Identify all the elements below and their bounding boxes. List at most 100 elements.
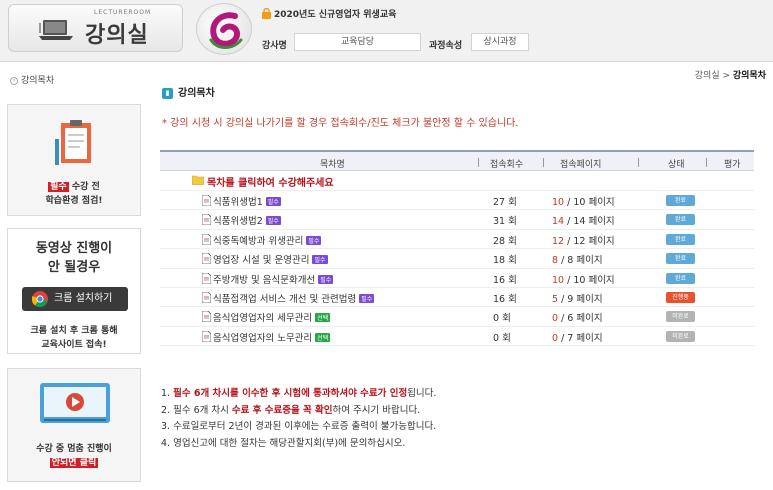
folder-label: 목차를 클릭하여 수강해주세요 <box>207 178 334 189</box>
table-body: 식품위생법1 필수 27 회 10 / 10 페이지 완료 식품위생법2 필수 31 회 14 … <box>160 191 754 347</box>
col-name: 목차명 <box>320 160 345 170</box>
status-badge: 완료 <box>666 195 695 206</box>
environment-check-banner[interactable]: 필수 수강 전 학습환경 점검! <box>7 104 141 216</box>
document-icon <box>202 272 211 284</box>
table-row[interactable]: 식품위생법1 필수 27 회 10 / 10 페이지 완료 <box>160 191 754 211</box>
table-row[interactable]: 식품접객업 서비스 개선 및 관련법령 필수 16 회 5 / 9 페이지 진행중 <box>160 288 754 308</box>
table-row[interactable]: 음식업영업자의 노무관리 선택 0 회 0 / 7 페이지 미완료 <box>160 327 754 347</box>
lecture-title: 식중독예방과 위생관리 <box>213 235 304 247</box>
pages-done: 0 <box>552 313 559 325</box>
pages-total: / 8 페이지 <box>561 255 603 267</box>
visit-count: 28 회 <box>493 235 517 247</box>
note-2-prefix: 2. 필수 6개 차시 <box>161 404 232 416</box>
required-badge: 필수 <box>265 216 281 226</box>
page-progress: 0 / 6 페이지 <box>552 310 636 324</box>
instructor-value: 교육담당 <box>294 33 421 51</box>
note-1-prefix: 1. <box>161 388 174 399</box>
document-icon <box>202 330 211 342</box>
sidebar-nav-item[interactable]: › 강의목차 <box>10 73 54 86</box>
lecture-title-link[interactable]: 식품위생법1 필수 <box>213 194 281 208</box>
swirl-emblem-icon <box>209 12 243 49</box>
status-badge: 미완료 <box>666 330 695 342</box>
video-issue-line2: 안 될경우 <box>47 260 101 275</box>
page-title-text: 강의목차 <box>178 88 215 99</box>
document-icon <box>202 291 211 303</box>
optional-badge: 선택 <box>315 313 331 323</box>
page-progress: 12 / 12 페이지 <box>552 233 636 247</box>
video-issue-line1: 동영상 진행이 <box>35 241 113 256</box>
logo-subtitle: LECTUREROOM <box>94 9 152 16</box>
visit-count: 16 회 <box>493 293 517 305</box>
optional-badge: 선택 <box>315 332 331 342</box>
visit-count: 0 회 <box>493 313 511 325</box>
pages-total: / 9 페이지 <box>561 293 603 305</box>
lecture-title-link[interactable]: 음식업영업자의 세무관리 선택 <box>213 310 331 324</box>
document-icon <box>202 233 211 245</box>
pages-done: 8 <box>552 255 559 267</box>
pages-total: / 12 페이지 <box>567 235 615 247</box>
note-1-highlight: 필수 6개 차시를 이수한 후 시험에 통과하셔야 수료가 인정 <box>173 388 408 399</box>
lecture-title-link[interactable]: 식품접객업 서비스 개선 및 관련법령 필수 <box>213 291 375 305</box>
pages-done: 10 <box>552 197 565 208</box>
visit-count: 31 회 <box>493 216 517 228</box>
lecture-title-link[interactable]: 식중독예방과 위생관리 필수 <box>213 233 322 247</box>
lecture-title: 식품위생법1 <box>213 197 263 208</box>
notes-list: 1. 필수 6개 차시를 이수한 후 시험에 통과하셔야 수료가 인정됩니다. … <box>161 386 436 452</box>
lecture-title: 식품위생법2 <box>213 216 263 228</box>
breadcrumb: 강의실 > 강의목차 <box>695 68 766 81</box>
page-progress: 0 / 7 페이지 <box>552 330 636 344</box>
click-tag: 안되면 클릭 <box>49 458 99 468</box>
lecture-title-link[interactable]: 영업장 시설 및 운영관리 필수 <box>213 252 328 266</box>
lecture-title: 식품접객업 서비스 개선 및 관련법령 <box>213 293 357 305</box>
page-progress: 10 / 10 페이지 <box>552 272 636 286</box>
course-attribute-value: 상시과정 <box>471 33 529 51</box>
install-chrome-button[interactable]: 크롬 설치하기 <box>22 287 128 311</box>
lecture-title-link[interactable]: 음식업영업자의 노무관리 선택 <box>213 330 331 344</box>
playback-help-line1: 수강 중 멈춤 진행이 <box>36 444 112 454</box>
chrome-install-banner: 동영상 진행이 안 될경우 크롬 설치하기 크롬 설치 후 크롬 통해 교육사이… <box>7 228 141 354</box>
chevron-right-icon: › <box>10 76 18 85</box>
visit-count: 0 회 <box>493 332 511 344</box>
playback-help-banner[interactable]: 수강 중 멈춤 진행이 안되면 클릭 <box>7 368 141 482</box>
laptop-icon <box>39 20 73 40</box>
required-badge: 필수 <box>265 197 281 206</box>
lectureroom-logo[interactable]: LECTUREROOM 강의실 <box>8 4 183 52</box>
note-3: 3. 수료일로부터 2년이 경과된 이후에는 수료증 출력이 불가능합니다. <box>161 421 437 432</box>
pages-done: 12 <box>552 235 565 247</box>
pages-done: 0 <box>552 332 559 344</box>
document-icon <box>202 253 211 265</box>
col-visits: 접속회수 <box>490 160 524 170</box>
clipboard-icon <box>55 120 91 165</box>
breadcrumb-root[interactable]: 강의실 <box>695 71 720 81</box>
lecture-title-link[interactable]: 주방개방 및 음식문화개선 필수 <box>213 272 334 286</box>
lecture-title-link[interactable]: 식품위생법2 필수 <box>213 213 281 227</box>
pages-total: / 14 페이지 <box>567 216 615 228</box>
table-row[interactable]: 음식업영업자의 세무관리 선택 0 회 0 / 6 페이지 미완료 <box>160 307 754 327</box>
pages-done: 10 <box>552 274 565 286</box>
environment-check-line2: 학습환경 점검! <box>45 196 103 206</box>
lock-icon <box>262 8 271 19</box>
note-1-suffix: 됩니다. <box>407 388 437 399</box>
chrome-instruction-line2: 교육사이트 접속! <box>41 340 107 350</box>
col-status: 상태 <box>668 160 685 170</box>
col-eval: 평가 <box>724 160 741 170</box>
pages-done: 14 <box>552 216 565 228</box>
notice-text: * 강의 시청 시 강의실 나가기를 할 경우 접속회수/진도 체크가 불안정 … <box>162 118 519 129</box>
table-row[interactable]: 주방개방 및 음식문화개선 필수 16 회 10 / 10 페이지 완료 <box>160 269 754 288</box>
status-badge: 완료 <box>666 214 695 226</box>
logo-title: 강의실 <box>85 23 149 48</box>
status-badge: 완료 <box>666 272 695 284</box>
chrome-icon <box>32 291 48 307</box>
lecture-title: 음식업영업자의 노무관리 <box>213 332 313 344</box>
course-attribute-label: 과정속성 <box>429 41 463 51</box>
folder-icon <box>192 175 204 185</box>
table-row[interactable]: 식품위생법2 필수 31 회 14 / 14 페이지 완료 <box>160 210 754 230</box>
table-row[interactable]: 식중독예방과 위생관리 필수 28 회 12 / 12 페이지 완료 <box>160 230 754 250</box>
table-row[interactable]: 영업장 시설 및 운영관리 필수 18 회 8 / 8 페이지 완료 <box>160 249 754 269</box>
note-2: 2. 필수 6개 차시 수료 후 수료증을 꼭 확인하여 주시기 바랍니다. <box>161 403 436 420</box>
environment-check-line1-text: 수강 전 <box>68 182 100 192</box>
document-icon <box>202 311 211 323</box>
required-badge: 필수 <box>318 274 334 284</box>
note-2-suffix: 하여 주시기 바랍니다. <box>332 404 421 416</box>
status-badge: 미완료 <box>666 311 695 323</box>
